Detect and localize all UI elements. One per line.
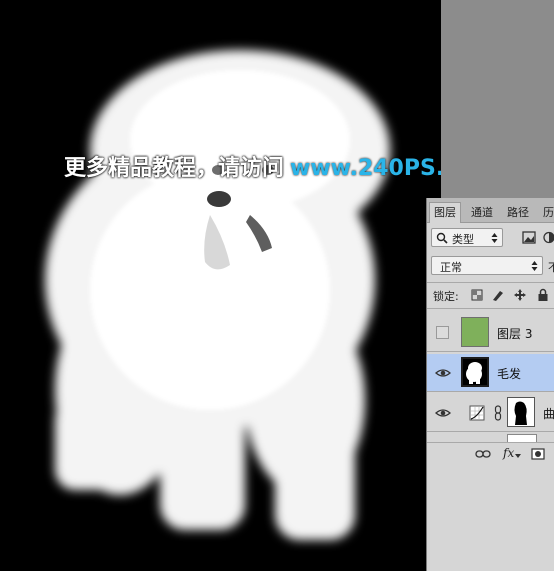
eye-icon[interactable] (435, 405, 451, 421)
layer-row-fur[interactable]: 毛发 (427, 354, 554, 392)
layer-thumbnail (461, 317, 489, 347)
filter-label: 类型 (452, 233, 474, 246)
link-icon[interactable] (475, 448, 491, 460)
tab-layers[interactable]: 图层 (429, 202, 461, 223)
layer-row-curves[interactable]: 曲 (427, 394, 554, 432)
visibility-toggle-off[interactable] (436, 326, 449, 339)
blend-mode-select[interactable]: 正常 (431, 256, 543, 275)
lock-all-icon[interactable] (537, 288, 549, 302)
divider (427, 308, 554, 309)
chain-link-icon[interactable] (493, 405, 503, 421)
watermark: 更多精品教程，请访问www.240PS.com (64, 150, 441, 182)
watermark-text: 更多精品教程，请访问 (64, 156, 285, 181)
layer-filter-select[interactable]: 类型 (431, 228, 503, 247)
layer-name: 毛发 (497, 367, 522, 381)
blend-mode-value: 正常 (440, 261, 462, 274)
dog-thumbnail-icon (466, 362, 482, 384)
stepper-arrows-icon (491, 233, 498, 243)
lock-position-icon[interactable] (513, 288, 527, 302)
opacity-label: 不 (548, 261, 554, 274)
tab-paths[interactable]: 路径 (503, 203, 533, 222)
chevron-down-icon (515, 454, 521, 458)
lock-label: 锁定: (433, 290, 459, 303)
tab-channels[interactable]: 通道 (467, 203, 497, 222)
panel-tab-bar: 图层 通道 路径 历 (427, 198, 554, 223)
watermark-url: www.240PS.com (290, 156, 441, 181)
fx-icon[interactable]: fx (503, 446, 514, 460)
layers-panel: 图层 通道 路径 历 类型 正常 不 锁定: 图层 3 毛发 曲 fx (426, 198, 554, 571)
search-icon (436, 232, 448, 244)
eye-icon[interactable] (435, 365, 451, 381)
divider (427, 282, 554, 283)
layer-name: 曲 (543, 407, 554, 421)
curves-adjustment-icon (469, 405, 485, 421)
document-canvas[interactable]: 更多精品教程，请访问www.240PS.com (0, 0, 441, 571)
mask-thumbnail (507, 397, 535, 427)
dog-image (45, 50, 390, 540)
lock-image-pixels-icon[interactable] (491, 288, 505, 302)
layer-thumbnail (461, 357, 489, 387)
mask-icon[interactable] (531, 447, 545, 461)
adjustment-filter-icon[interactable] (543, 231, 554, 244)
stepper-arrows-icon (531, 261, 538, 271)
layer-row-3[interactable]: 图层 3 (427, 314, 554, 352)
layer-name: 图层 3 (497, 327, 533, 341)
image-filter-icon[interactable] (522, 231, 536, 244)
lock-transparent-pixels-icon[interactable] (471, 289, 483, 301)
tab-history[interactable]: 历 (539, 203, 554, 222)
panel-bottom-bar: fx (427, 442, 554, 467)
